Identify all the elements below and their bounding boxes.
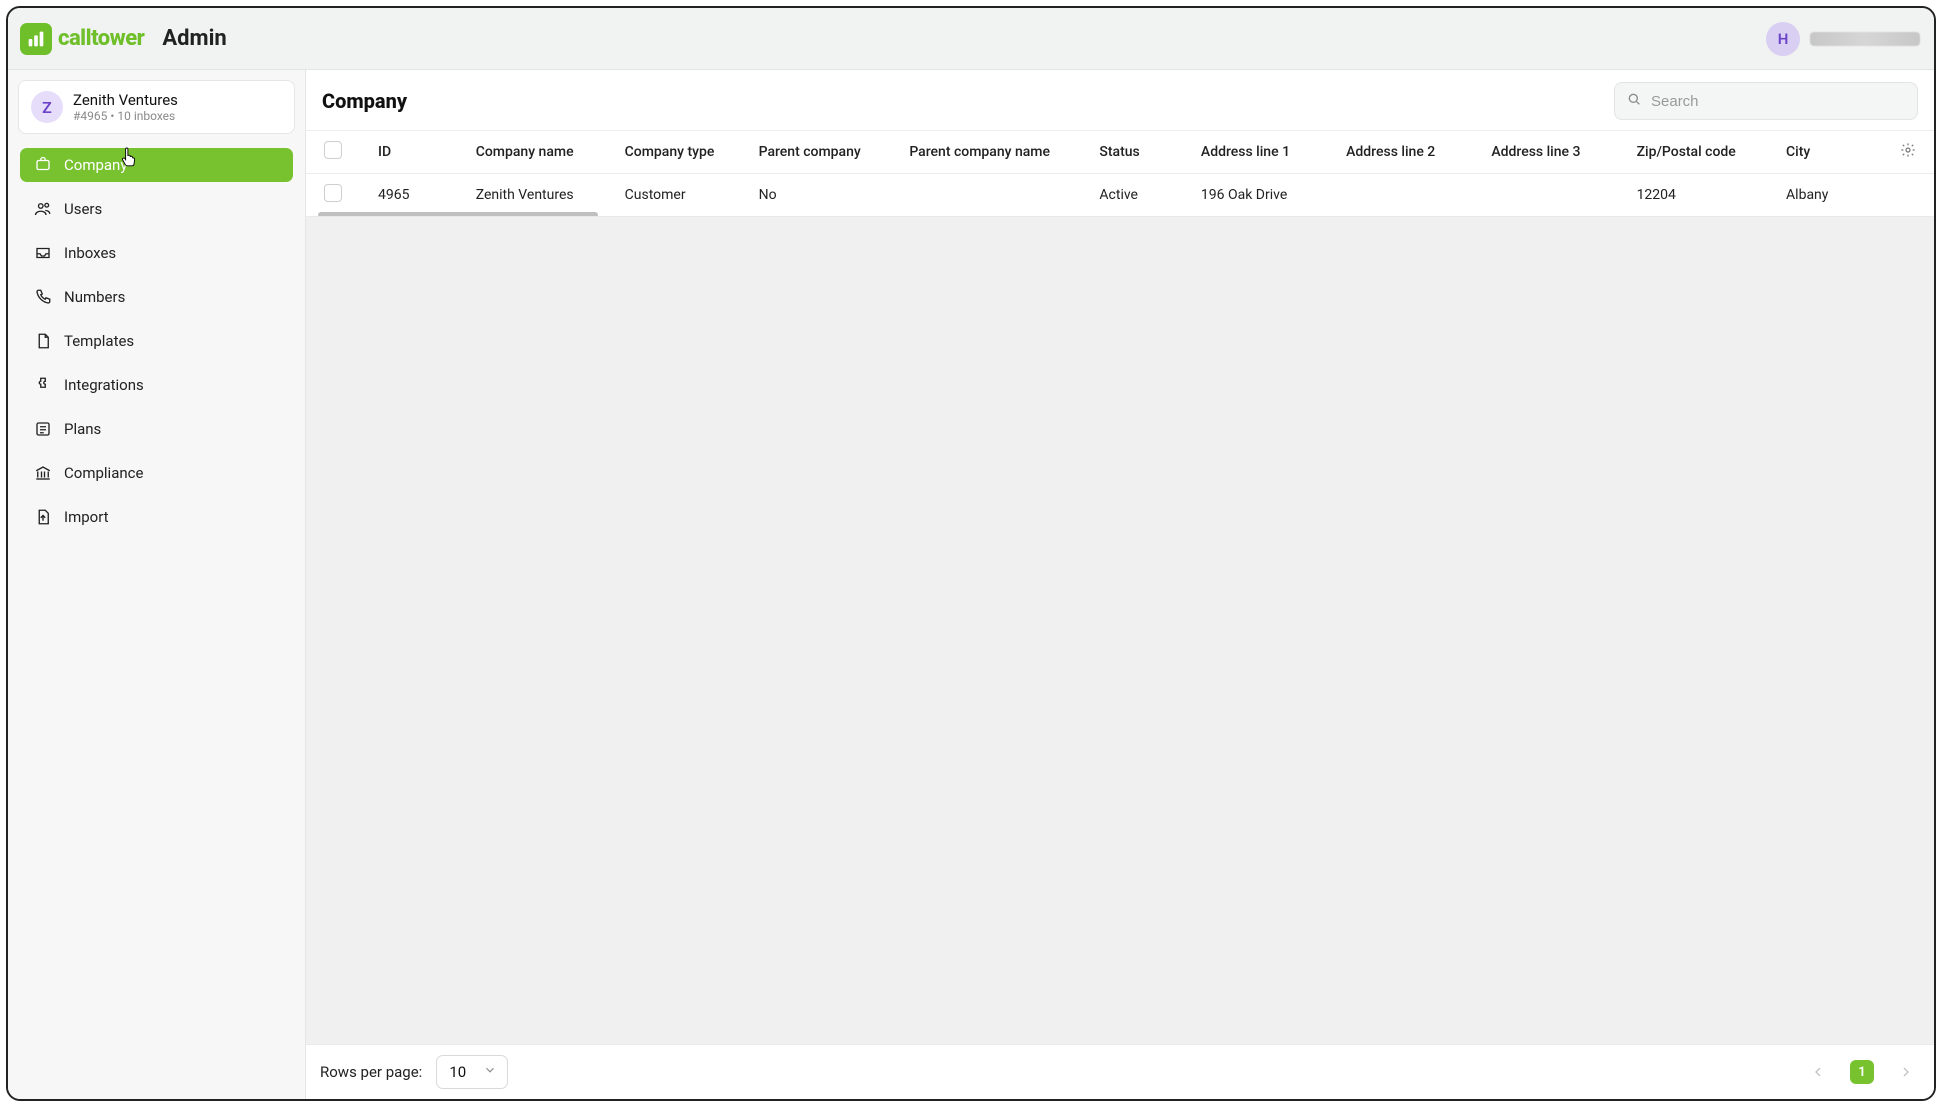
sidebar-item-label: Templates [64,332,134,350]
puzzle-icon [34,376,52,394]
table-footer: Rows per page: 10 1 [306,1044,1934,1099]
cell-company-name: Zenith Ventures [458,174,607,217]
table-settings[interactable] [1882,131,1934,174]
sidebar-item-templates[interactable]: Templates [20,324,293,358]
sidebar-nav: Company Users Inboxes [18,148,295,542]
org-card[interactable]: Z Zenith Ventures #4965 • 10 inboxes [18,80,295,134]
pager-current[interactable]: 1 [1850,1060,1874,1084]
sidebar-item-label: Numbers [64,288,125,306]
row-checkbox[interactable] [324,184,342,202]
sidebar: Z Zenith Ventures #4965 • 10 inboxes Com… [8,70,306,1099]
sidebar-item-label: Company [64,156,127,174]
cell-address-1: 196 Oak Drive [1183,174,1328,217]
brand-word: calltower [58,26,144,51]
header-title: Admin [162,26,226,51]
sidebar-item-label: Inboxes [64,244,116,262]
page-title: Company [322,89,407,113]
cell-parent-company: No [741,174,892,217]
cell-address-2 [1328,174,1473,217]
org-avatar: Z [31,91,63,123]
sidebar-item-inboxes[interactable]: Inboxes [20,236,293,270]
brand-logo[interactable]: calltower [20,23,144,55]
table-scroll[interactable]: ID Company name Company type Parent comp… [306,131,1934,217]
sidebar-item-import[interactable]: Import [20,500,293,534]
table-row[interactable]: 4965 Zenith Ventures Customer No Active … [306,174,1934,217]
col-address-3[interactable]: Address line 3 [1473,131,1618,174]
select-all-cell [306,131,360,174]
search-input[interactable] [1614,82,1918,120]
scrollbar-thumb[interactable] [318,212,598,217]
file-icon [34,332,52,350]
sidebar-item-numbers[interactable]: Numbers [20,280,293,314]
col-zip[interactable]: Zip/Postal code [1619,131,1768,174]
phone-icon [34,288,52,306]
sidebar-item-company[interactable]: Company [20,148,293,182]
cell-company-type: Customer [607,174,741,217]
sidebar-item-label: Compliance [64,464,143,482]
main: Company [306,70,1934,1099]
sidebar-item-label: Plans [64,420,101,438]
col-address-1[interactable]: Address line 1 [1183,131,1328,174]
pager: 1 [1804,1058,1920,1086]
company-icon [34,156,52,174]
pager-next[interactable] [1892,1058,1920,1086]
brand-mark-icon [20,23,52,55]
org-name: Zenith Ventures [73,91,178,109]
inbox-icon [34,244,52,262]
col-company-name[interactable]: Company name [458,131,607,174]
sidebar-item-plans[interactable]: Plans [20,412,293,446]
cell-status: Active [1081,174,1182,217]
sidebar-item-label: Users [64,200,102,218]
search-wrap [1614,82,1918,120]
col-parent-company-name[interactable]: Parent company name [891,131,1081,174]
gear-icon [1900,146,1916,162]
cell-address-3 [1473,174,1618,217]
col-status[interactable]: Status [1081,131,1182,174]
pager-prev[interactable] [1804,1058,1832,1086]
rows-per-page-value: 10 [449,1063,466,1081]
select-all-checkbox[interactable] [324,141,342,159]
company-table: ID Company name Company type Parent comp… [306,131,1934,216]
search-icon [1626,91,1642,111]
sidebar-item-label: Integrations [64,376,144,394]
table-header-row: ID Company name Company type Parent comp… [306,131,1934,174]
user-avatar[interactable]: H [1766,22,1800,56]
cell-parent-company-name [891,174,1081,217]
user-name-redacted [1810,32,1920,46]
chevron-down-icon [483,1063,497,1081]
cell-id: 4965 [360,174,458,217]
col-parent-company[interactable]: Parent company [741,131,892,174]
cell-city: Albany [1768,174,1882,217]
sidebar-item-label: Import [64,508,109,526]
sidebar-item-compliance[interactable]: Compliance [20,456,293,490]
app-header: calltower Admin H [8,8,1934,70]
page-header: Company [306,70,1934,131]
list-icon [34,420,52,438]
sidebar-item-users[interactable]: Users [20,192,293,226]
col-company-type[interactable]: Company type [607,131,741,174]
cell-zip: 12204 [1619,174,1768,217]
col-address-2[interactable]: Address line 2 [1328,131,1473,174]
org-meta: #4965 • 10 inboxes [73,109,178,123]
rows-per-page-label: Rows per page: [320,1063,422,1081]
sidebar-item-integrations[interactable]: Integrations [20,368,293,402]
rows-per-page-select[interactable]: 10 [436,1055,508,1089]
bank-icon [34,464,52,482]
users-icon [34,200,52,218]
table-area: ID Company name Company type Parent comp… [306,131,1934,1099]
upload-file-icon [34,508,52,526]
col-city[interactable]: City [1768,131,1882,174]
col-id[interactable]: ID [360,131,458,174]
